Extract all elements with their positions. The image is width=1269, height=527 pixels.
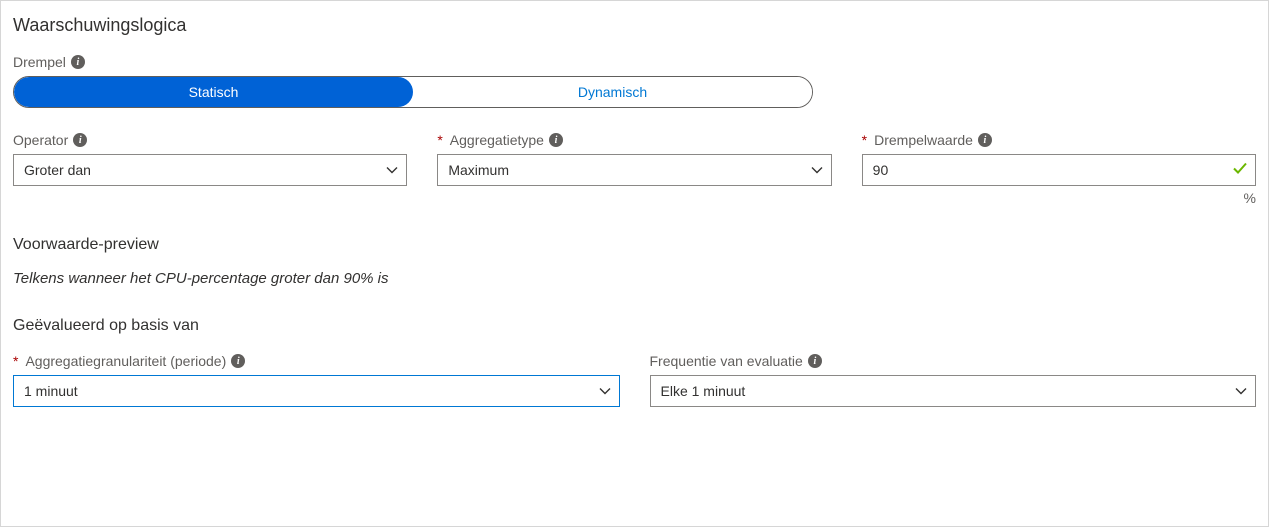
- aggregation-type-label: Aggregatietype: [450, 132, 544, 148]
- aggregation-type-label-row: * Aggregatietype i: [437, 132, 831, 148]
- threshold-label-row: Drempel i: [13, 54, 1256, 70]
- required-marker: *: [13, 353, 18, 369]
- operator-select[interactable]: Groter dan: [13, 154, 407, 186]
- info-icon[interactable]: i: [978, 133, 992, 147]
- threshold-static-option[interactable]: Statisch: [14, 77, 413, 107]
- info-icon[interactable]: i: [549, 133, 563, 147]
- condition-preview-heading: Voorwaarde-preview: [13, 236, 1256, 254]
- required-marker: *: [437, 132, 442, 148]
- granularity-select[interactable]: 1 minuut: [13, 375, 620, 407]
- operator-label-row: Operator i: [13, 132, 407, 148]
- evaluated-heading: Geëvalueerd op basis van: [13, 317, 1256, 335]
- info-icon[interactable]: i: [73, 133, 87, 147]
- frequency-value: Elke 1 minuut: [661, 383, 746, 399]
- frequency-label: Frequentie van evaluatie: [650, 353, 803, 369]
- aggregation-type-column: * Aggregatietype i Maximum: [437, 132, 831, 206]
- info-icon[interactable]: i: [71, 55, 85, 69]
- granularity-value: 1 minuut: [24, 383, 78, 399]
- info-icon[interactable]: i: [808, 354, 822, 368]
- threshold-unit: %: [862, 190, 1256, 206]
- condition-preview-text: Telkens wanneer het CPU-percentage grote…: [13, 270, 1256, 287]
- threshold-label: Drempel: [13, 54, 66, 70]
- threshold-value-label-row: * Drempelwaarde i: [862, 132, 1256, 148]
- section-title: Waarschuwingslogica: [13, 15, 1256, 36]
- frequency-label-row: Frequentie van evaluatie i: [650, 353, 1257, 369]
- granularity-label-row: * Aggregatiegranulariteit (periode) i: [13, 353, 620, 369]
- operator-label: Operator: [13, 132, 68, 148]
- threshold-toggle: Statisch Dynamisch: [13, 76, 813, 108]
- threshold-value-label: Drempelwaarde: [874, 132, 973, 148]
- aggregation-type-value: Maximum: [448, 162, 509, 178]
- granularity-label: Aggregatiegranulariteit (periode): [25, 353, 226, 369]
- threshold-value-input[interactable]: [862, 154, 1256, 186]
- checkmark-icon: [1232, 161, 1248, 180]
- operator-value: Groter dan: [24, 162, 91, 178]
- alert-logic-panel: Waarschuwingslogica Drempel i Statisch D…: [0, 0, 1269, 527]
- frequency-column: Frequentie van evaluatie i Elke 1 minuut: [650, 353, 1257, 407]
- granularity-column: * Aggregatiegranulariteit (periode) i 1 …: [13, 353, 620, 407]
- frequency-select[interactable]: Elke 1 minuut: [650, 375, 1257, 407]
- required-marker: *: [862, 132, 867, 148]
- operator-column: Operator i Groter dan: [13, 132, 407, 206]
- threshold-dynamic-option[interactable]: Dynamisch: [413, 77, 812, 107]
- info-icon[interactable]: i: [231, 354, 245, 368]
- threshold-value-column: * Drempelwaarde i %: [862, 132, 1256, 206]
- aggregation-type-select[interactable]: Maximum: [437, 154, 831, 186]
